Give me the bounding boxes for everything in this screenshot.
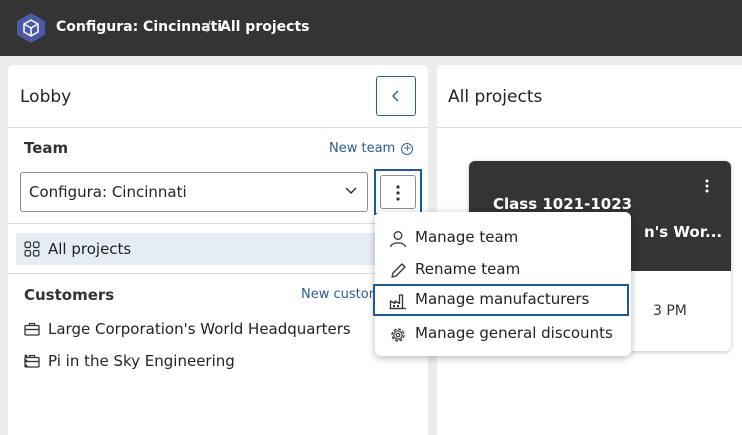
team-options-button-focus[interactable] bbox=[374, 169, 422, 215]
customer-item[interactable]: Pi in the Sky Engineering bbox=[24, 350, 424, 374]
all-projects-label: All projects bbox=[48, 240, 132, 258]
chevron-left-icon bbox=[392, 90, 399, 102]
more-vertical-icon[interactable] bbox=[705, 179, 709, 193]
gear-icon bbox=[391, 328, 405, 342]
menu-item-label: Manage general discounts bbox=[415, 324, 613, 342]
plus-circle-icon: + bbox=[401, 142, 414, 155]
menu-item-manage-team[interactable]: Manage team bbox=[375, 222, 631, 254]
new-team-label: New team bbox=[329, 141, 396, 156]
customer-item[interactable]: Large Corporation's World Headquarters bbox=[24, 318, 424, 342]
project-card-title: Class 1021-1023 bbox=[493, 195, 633, 213]
customers-label: Customers bbox=[24, 286, 115, 304]
menu-item-rename-team[interactable]: Rename team bbox=[375, 254, 631, 286]
menu-item-label: Manage manufacturers bbox=[415, 290, 590, 308]
new-customer-link[interactable]: New custom bbox=[301, 287, 381, 302]
divider bbox=[437, 127, 742, 128]
menu-item-label: Rename team bbox=[415, 260, 521, 278]
more-vertical-icon bbox=[396, 185, 400, 201]
briefcase-icon bbox=[24, 322, 40, 336]
person-icon bbox=[389, 231, 407, 248]
chevron-down-icon bbox=[345, 187, 357, 195]
customer-name: Pi in the Sky Engineering bbox=[48, 352, 235, 370]
top-bar: Configura: Cincinnati / All projects bbox=[0, 0, 742, 56]
menu-item-manage-general-discounts[interactable]: Manage general discounts bbox=[375, 318, 631, 350]
projects-title: All projects bbox=[448, 87, 543, 107]
divider bbox=[8, 223, 428, 224]
grid-icon bbox=[24, 241, 40, 257]
menu-item-label: Manage team bbox=[415, 228, 519, 246]
team-options-button[interactable] bbox=[380, 175, 416, 209]
collapse-lobby-button[interactable] bbox=[376, 76, 416, 116]
divider bbox=[8, 273, 428, 274]
lobby-title: Lobby bbox=[20, 87, 72, 107]
configura-logo-icon[interactable] bbox=[16, 12, 46, 44]
divider bbox=[8, 127, 428, 128]
menu-item-manage-manufacturers[interactable]: Manage manufacturers bbox=[373, 284, 629, 316]
customer-name: Large Corporation's World Headquarters bbox=[48, 320, 351, 338]
factory-icon bbox=[389, 294, 406, 310]
breadcrumb-separator: / bbox=[206, 19, 211, 35]
team-label: Team bbox=[24, 139, 69, 157]
all-projects-nav-item[interactable]: All projects bbox=[16, 233, 428, 265]
pencil-icon bbox=[391, 263, 406, 278]
team-select-value: Configura: Cincinnati bbox=[29, 183, 187, 201]
lobby-panel: Lobby Team New team + Configura: Cincinn… bbox=[8, 65, 428, 435]
breadcrumb-org[interactable]: Configura: Cincinnati bbox=[56, 19, 222, 35]
breadcrumb-current-page: All projects bbox=[220, 19, 310, 35]
more-vertical-icon[interactable] bbox=[24, 354, 28, 368]
team-select[interactable]: Configura: Cincinnati bbox=[20, 172, 368, 212]
new-team-link[interactable]: New team + bbox=[329, 141, 414, 156]
project-card-time: 3 PM bbox=[653, 303, 687, 319]
team-options-menu: Manage team Rename team Manage manufactu… bbox=[373, 212, 631, 356]
project-card-subtitle: n's Wor... bbox=[644, 223, 723, 241]
